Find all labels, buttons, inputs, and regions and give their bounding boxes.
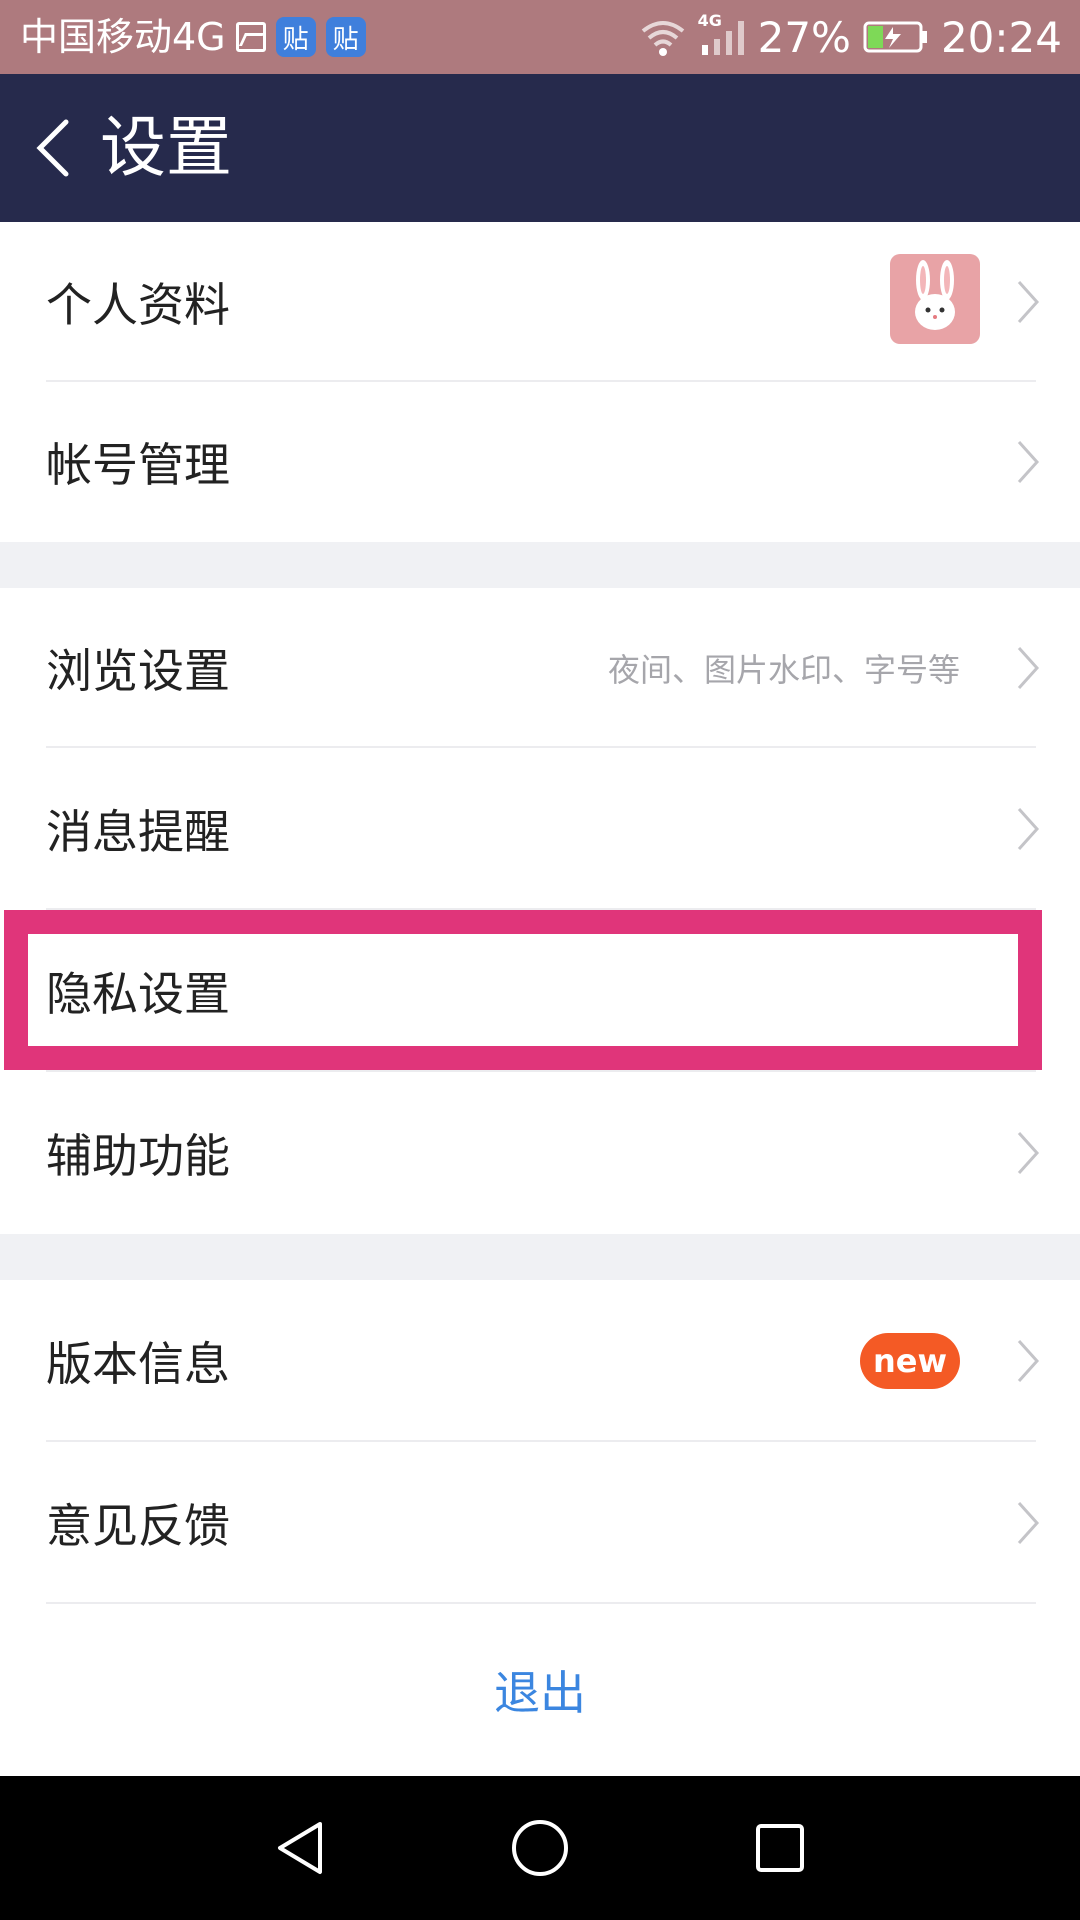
- tieba-icon: 贴: [275, 17, 316, 57]
- signal-icon: 4G: [698, 11, 746, 59]
- home-circle-icon[interactable]: [508, 1816, 572, 1880]
- back-triangle-icon[interactable]: [268, 1816, 332, 1880]
- chevron-right-icon: [1017, 1339, 1040, 1383]
- list-item-privacy-settings[interactable]: 隐私设置: [0, 910, 1080, 1072]
- list-item-feedback[interactable]: 意见反馈: [0, 1442, 1080, 1604]
- list-item-accessibility[interactable]: 辅助功能: [0, 1072, 1080, 1234]
- item-hint: 夜间、图片水印、字号等: [607, 651, 960, 689]
- image-icon: [235, 22, 266, 52]
- avatar: [890, 254, 980, 344]
- wifi-icon: [641, 21, 684, 56]
- status-left: 中国移动4G 贴 贴: [20, 14, 366, 60]
- status-bar: 中国移动4G 贴 贴 4G 27% 20:24: [0, 0, 1080, 74]
- tieba-icon: 贴: [325, 17, 366, 57]
- app-header: 设置: [0, 74, 1080, 222]
- list-item-version-info[interactable]: 版本信息 new: [0, 1280, 1080, 1442]
- page-title: 设置: [100, 109, 232, 186]
- chevron-right-icon: [1017, 807, 1040, 851]
- item-label: 消息提醒: [46, 805, 230, 859]
- chevron-right-icon: [1017, 1131, 1040, 1175]
- chevron-right-icon: [1017, 969, 1040, 1013]
- battery-percent: 27%: [757, 12, 851, 62]
- list-item-profile[interactable]: 个人资料: [0, 222, 1080, 382]
- clock: 20:24: [940, 12, 1062, 62]
- recents-square-icon[interactable]: [748, 1816, 812, 1880]
- list-item-account[interactable]: 帐号管理: [0, 382, 1080, 542]
- list-item-notifications[interactable]: 消息提醒: [0, 748, 1080, 910]
- chevron-right-icon: [1017, 646, 1040, 690]
- system-nav-bar: [0, 1776, 1080, 1920]
- item-label: 意见反馈: [46, 1499, 230, 1553]
- logout-label: 退出: [494, 1666, 586, 1720]
- chevron-right-icon: [1017, 1501, 1040, 1545]
- chevron-right-icon: [1017, 440, 1040, 484]
- item-label: 版本信息: [46, 1337, 230, 1391]
- logout-button[interactable]: 退出: [0, 1604, 1080, 1776]
- carrier-label: 中国移动4G: [20, 15, 226, 59]
- item-label: 帐号管理: [46, 438, 230, 492]
- list-item-browse-settings[interactable]: 浏览设置 夜间、图片水印、字号等: [0, 588, 1080, 748]
- status-right: 4G 27% 20:24: [640, 10, 1062, 64]
- new-badge: new: [860, 1333, 960, 1389]
- item-label: 辅助功能: [46, 1129, 230, 1183]
- item-label: 浏览设置: [46, 644, 230, 698]
- chevron-right-icon: [1017, 280, 1040, 324]
- item-label: 个人资料: [46, 278, 230, 332]
- battery-charging-icon: [863, 21, 927, 53]
- item-label: 隐私设置: [46, 967, 230, 1021]
- chevron-left-icon[interactable]: [30, 116, 78, 180]
